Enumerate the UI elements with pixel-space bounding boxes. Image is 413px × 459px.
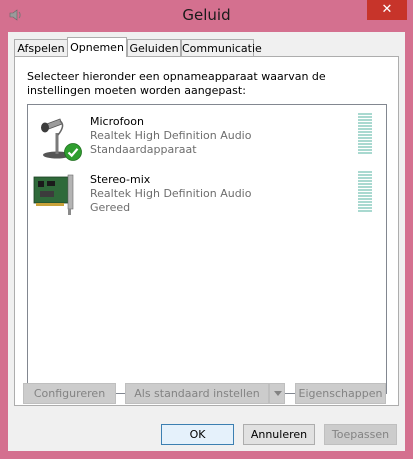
device-driver: Realtek High Definition Audio — [90, 187, 252, 200]
properties-button[interactable]: Eigenschappen — [295, 383, 386, 404]
close-button[interactable]: ✕ — [367, 0, 407, 20]
device-name: Stereo-mix — [90, 173, 151, 186]
button-label: Annuleren — [250, 428, 308, 441]
tab-afspelen[interactable]: Afspelen — [14, 39, 68, 56]
level-meter — [358, 113, 372, 155]
device-driver: Realtek High Definition Audio — [90, 129, 252, 142]
tab-label: Communicatie — [182, 42, 262, 55]
list-item-microfoon[interactable]: Microfoon Realtek High Definition Audio … — [28, 109, 386, 167]
check-badge-icon — [64, 143, 82, 161]
device-name: Microfoon — [90, 115, 144, 128]
set-default-dropdown-button[interactable] — [269, 383, 285, 404]
tab-communicatie[interactable]: Communicatie — [181, 39, 262, 56]
button-label: OK — [189, 428, 206, 441]
apply-button[interactable]: Toepassen — [324, 424, 397, 445]
tab-geluiden[interactable]: Geluiden — [127, 39, 181, 56]
close-icon: ✕ — [381, 2, 393, 17]
button-label: Toepassen — [331, 428, 390, 441]
title-bar[interactable]: Geluid ✕ — [0, 0, 413, 32]
level-meter — [358, 171, 372, 213]
list-item-stereo-mix[interactable]: Stereo-mix Realtek High Definition Audio… — [28, 167, 386, 225]
tab-label: Afspelen — [17, 42, 65, 55]
recording-device-list[interactable]: Microfoon Realtek High Definition Audio … — [27, 104, 387, 394]
dialog-client-area: Afspelen Opnemen Geluiden Communicatie S… — [8, 32, 405, 451]
window-title: Geluid — [182, 6, 231, 24]
tab-opnemen[interactable]: Opnemen — [67, 37, 127, 57]
instruction-text: Selecteer hieronder een opnameapparaat w… — [27, 70, 326, 97]
button-label: Als standaard instellen — [134, 387, 260, 400]
button-label: Configureren — [33, 387, 106, 400]
device-status: Gereed — [90, 201, 131, 214]
device-status: Standaardapparaat — [90, 143, 197, 156]
ok-button[interactable]: OK — [161, 424, 234, 445]
cancel-button[interactable]: Annuleren — [243, 424, 315, 445]
configure-button[interactable]: Configureren — [23, 383, 116, 404]
recording-tab-panel: Selecteer hieronder een opnameapparaat w… — [14, 56, 399, 406]
tab-label: Geluiden — [129, 42, 179, 55]
button-label: Eigenschappen — [298, 387, 383, 400]
set-default-button[interactable]: Als standaard instellen — [125, 383, 269, 404]
sound-card-icon — [32, 169, 82, 219]
tab-label: Opnemen — [70, 41, 124, 54]
